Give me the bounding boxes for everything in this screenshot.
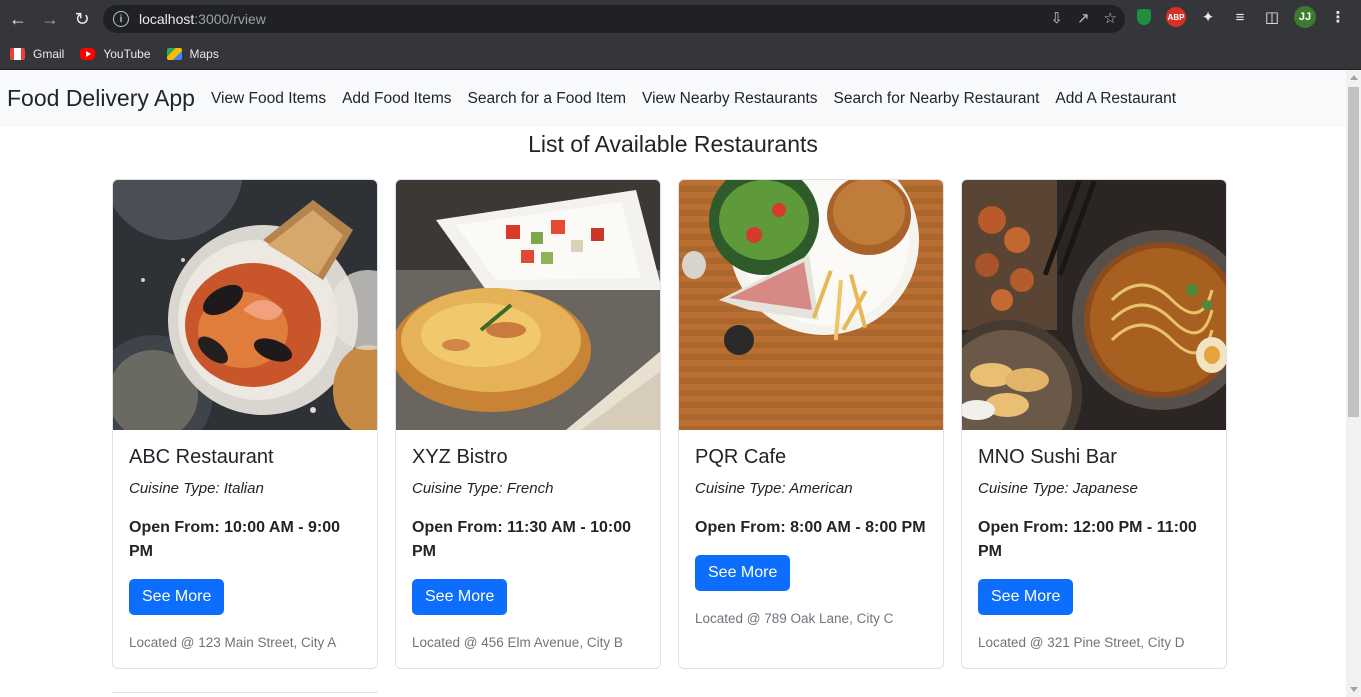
restaurant-card: PQR Cafe Cuisine Type: American Open Fro… xyxy=(678,179,944,669)
restaurant-card: XYZ Bistro Cuisine Type: French Open Fro… xyxy=(395,179,661,669)
bookmarks-bar: Gmail YouTube Maps xyxy=(0,38,1361,70)
maps-icon xyxy=(166,47,182,60)
bookmark-youtube[interactable]: YouTube xyxy=(80,46,151,61)
scroll-up-icon[interactable] xyxy=(1350,75,1358,80)
reload-icon[interactable]: ↻ xyxy=(68,5,96,33)
card-body: XYZ Bistro Cuisine Type: French Open Fro… xyxy=(396,430,660,668)
next-row-card-edge xyxy=(112,692,378,697)
address-bar[interactable]: i localhost:3000/rview ⇩ ↗ ☆ xyxy=(103,5,1125,33)
restaurant-image xyxy=(113,180,377,430)
url-path: :3000/rview xyxy=(194,11,266,27)
see-more-button[interactable]: See More xyxy=(695,555,791,591)
browser-toolbar: ← → ↻ i localhost:3000/rview ⇩ ↗ ☆ ABP ✦… xyxy=(0,0,1361,38)
app-navbar: Food Delivery App View Food Items Add Fo… xyxy=(0,70,1346,127)
card-body: PQR Cafe Cuisine Type: American Open Fro… xyxy=(679,430,943,644)
nav-add-restaurant[interactable]: Add A Restaurant xyxy=(1047,90,1184,108)
bookmark-label: YouTube xyxy=(103,46,151,61)
bookmark-label: Maps xyxy=(189,46,219,61)
cuisine-type: Cuisine Type: American xyxy=(695,480,853,497)
share-icon[interactable]: ↗ xyxy=(1077,9,1090,27)
page-viewport: Food Delivery App View Food Items Add Fo… xyxy=(0,70,1346,697)
restaurant-name: PQR Cafe xyxy=(695,446,787,468)
restaurant-list: ABC Restaurant Cuisine Type: Italian Ope… xyxy=(112,179,1227,669)
bookmark-label: Gmail xyxy=(33,46,65,61)
chrome-menu-icon[interactable]: ⋮ xyxy=(1328,7,1348,27)
cuisine-type: Cuisine Type: Italian xyxy=(129,480,264,497)
restaurant-image xyxy=(679,180,943,430)
page-title: List of Available Restaurants xyxy=(528,131,818,157)
restaurant-image xyxy=(396,180,660,430)
restaurant-location: Located @ 123 Main Street, City A xyxy=(129,635,337,650)
see-more-button[interactable]: See More xyxy=(129,579,225,615)
bookmark-star-icon[interactable]: ☆ xyxy=(1104,9,1117,27)
brand-link[interactable]: Food Delivery App xyxy=(7,85,195,112)
site-info-icon[interactable]: i xyxy=(113,11,129,27)
restaurant-name: XYZ Bistro xyxy=(412,446,508,468)
side-panel-icon[interactable]: ◫ xyxy=(1262,7,1282,27)
adblock-extension-icon[interactable]: ABP xyxy=(1166,7,1186,27)
opening-hours: Open From: 12:00 PM - 11:00 PM xyxy=(978,519,1197,560)
scrollbar-thumb[interactable] xyxy=(1348,87,1359,417)
nav-search-nearby-restaurant[interactable]: Search for Nearby Restaurant xyxy=(826,90,1048,108)
restaurant-location: Located @ 321 Pine Street, City D xyxy=(978,635,1185,650)
see-more-button[interactable]: See More xyxy=(978,579,1074,615)
extensions-puzzle-icon[interactable]: ✦ xyxy=(1198,7,1218,27)
restaurant-image xyxy=(962,180,1226,430)
opening-hours: Open From: 8:00 AM - 8:00 PM xyxy=(695,519,926,536)
forward-icon[interactable]: → xyxy=(36,5,64,33)
nav-add-food-items[interactable]: Add Food Items xyxy=(334,90,459,108)
restaurant-card: MNO Sushi Bar Cuisine Type: Japanese Ope… xyxy=(961,179,1227,669)
card-body: MNO Sushi Bar Cuisine Type: Japanese Ope… xyxy=(962,430,1226,668)
restaurant-name: ABC Restaurant xyxy=(129,446,274,468)
restaurant-card: ABC Restaurant Cuisine Type: Italian Ope… xyxy=(112,179,378,669)
restaurant-location: Located @ 789 Oak Lane, City C xyxy=(695,611,894,626)
shield-extension-icon[interactable] xyxy=(1137,9,1151,25)
opening-hours: Open From: 11:30 AM - 10:00 PM xyxy=(412,519,632,560)
card-body: ABC Restaurant Cuisine Type: Italian Ope… xyxy=(113,430,377,668)
restaurant-location: Located @ 456 Elm Avenue, City B xyxy=(412,635,623,650)
restaurant-name: MNO Sushi Bar xyxy=(978,446,1117,468)
profile-avatar[interactable]: JJ xyxy=(1294,6,1316,28)
gmail-icon xyxy=(10,47,25,60)
bookmark-maps[interactable]: Maps xyxy=(166,46,219,61)
see-more-button[interactable]: See More xyxy=(412,579,508,615)
nav-search-food-item[interactable]: Search for a Food Item xyxy=(460,90,635,108)
install-icon[interactable]: ⇩ xyxy=(1050,9,1063,27)
youtube-icon xyxy=(80,47,96,60)
reading-list-icon[interactable]: ≡ xyxy=(1230,7,1250,27)
nav-view-nearby-restaurants[interactable]: View Nearby Restaurants xyxy=(634,90,825,108)
cuisine-type: Cuisine Type: French xyxy=(412,480,554,497)
back-icon[interactable]: ← xyxy=(4,5,32,33)
url-host: localhost xyxy=(139,11,195,27)
page-scrollbar[interactable] xyxy=(1346,70,1361,697)
opening-hours: Open From: 10:00 AM - 9:00 PM xyxy=(129,519,341,560)
cuisine-type: Cuisine Type: Japanese xyxy=(978,480,1138,497)
scroll-down-icon[interactable] xyxy=(1350,687,1358,692)
bookmark-gmail[interactable]: Gmail xyxy=(10,47,64,61)
nav-view-food-items[interactable]: View Food Items xyxy=(203,90,334,108)
